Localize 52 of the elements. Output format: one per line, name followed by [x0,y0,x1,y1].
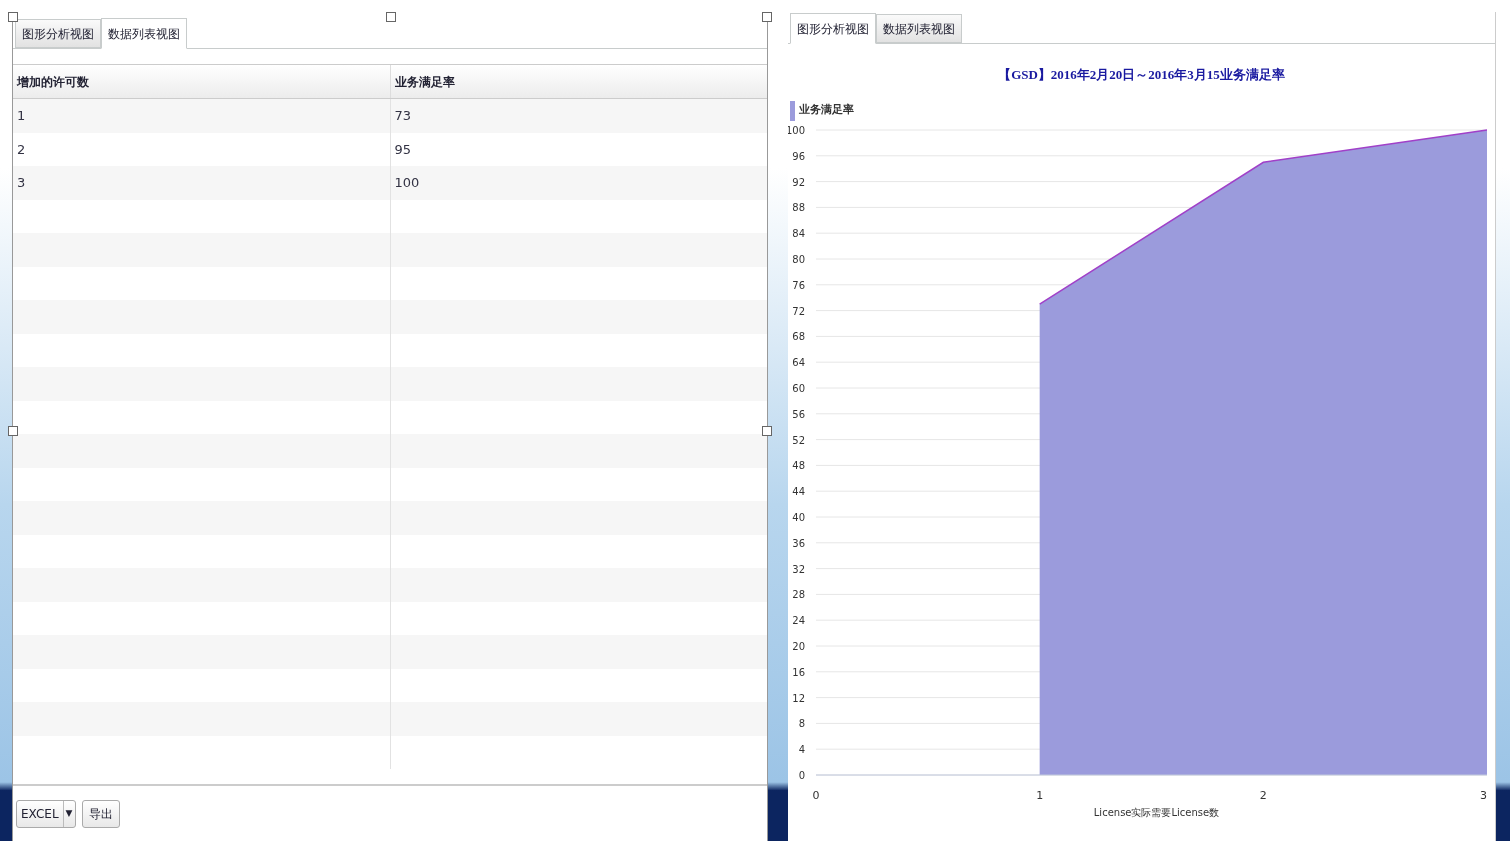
view-tab[interactable]: 图形分析视图 [15,19,101,48]
y-tick-label: 12 [792,692,805,704]
y-tick-label: 44 [792,485,805,497]
table-cell: 1 [13,99,391,133]
y-tick-label: 24 [792,614,805,626]
y-tick-label: 32 [792,563,805,575]
resize-handle[interactable] [386,12,396,22]
view-tab[interactable]: 图形分析视图 [790,13,876,44]
y-tick-label: 88 [792,201,805,213]
export-button[interactable]: 导出 [81,799,120,828]
resize-handle[interactable] [762,12,772,22]
y-tick-label: 0 [798,769,805,781]
y-tick-label: 52 [792,434,805,446]
y-tick-label: 80 [792,253,805,265]
y-tick-label: 36 [792,537,805,549]
y-tick-label: 96 [792,150,805,162]
table-cell-text: 73 [393,107,413,125]
resize-handle[interactable] [762,426,772,436]
x-tick-label: 1 [1036,788,1044,802]
x-tick-label: 2 [1259,788,1267,802]
x-axis-title: License实际需要License数 [1093,805,1220,820]
table-cell: 3 [13,166,391,200]
legend-label: 业务满足率 [799,102,854,119]
y-tick-label: 48 [792,459,805,471]
x-tick-label: 0 [812,788,820,802]
y-tick-label: 16 [792,666,805,678]
y-tick-label: 56 [792,408,805,420]
y-tick-label: 40 [792,511,805,523]
x-tick-label: 3 [1480,788,1487,802]
y-tick-label: 92 [792,176,805,188]
y-tick-label: 4 [798,743,805,755]
y-tick-label: 60 [792,382,805,394]
dropdown-arrow[interactable]: ▼ [63,800,75,827]
table-cell-text: 95 [393,140,413,159]
table-cell-text: 100 [393,174,421,192]
column-header[interactable]: 业务满足率 [390,65,767,98]
y-tick-label: 8 [798,717,805,729]
resize-handle[interactable] [8,426,18,436]
y-tick-label: 72 [792,305,805,317]
column-header[interactable]: 增加的许可数 [13,65,391,98]
y-tick-label: 68 [792,330,805,342]
y-tick-label: 64 [792,356,805,368]
view-tab[interactable]: 数据列表视图 [876,14,962,43]
y-tick-label: 28 [792,588,805,600]
chart-title: 【GSD】2016年2月20日～2016年3月15业务满足率 [997,66,1286,84]
y-tick-label: 76 [792,279,805,291]
view-tab[interactable]: 数据列表视图 [101,18,187,49]
format-value: EXCEL [17,800,64,827]
format-select[interactable]: EXCEL ▼ [16,799,76,828]
y-tick-label: 84 [792,227,805,239]
resize-handle[interactable] [8,12,18,22]
y-tick-label: 20 [792,640,805,652]
